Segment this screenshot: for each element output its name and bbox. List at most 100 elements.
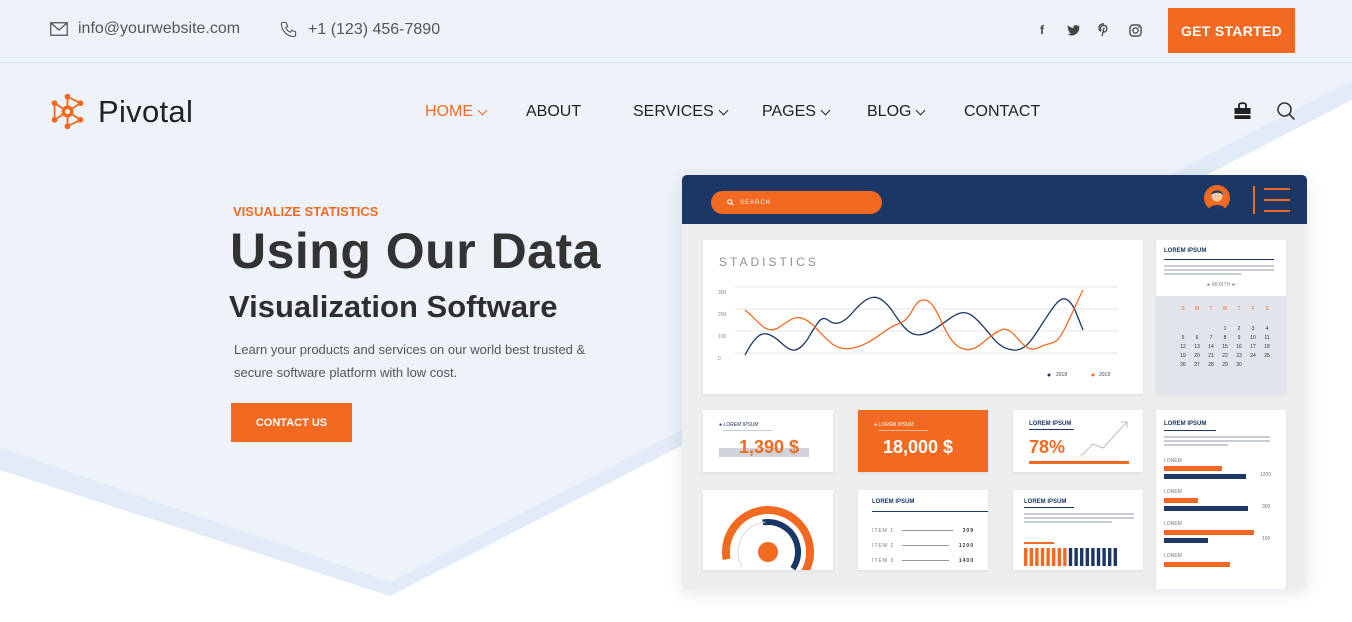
stripe-bar bbox=[1057, 548, 1061, 566]
stripe-bar bbox=[1096, 548, 1101, 566]
hero-eyebrow: VISUALIZE STATISTICS bbox=[233, 204, 379, 219]
nav-item-about[interactable]: ABOUT bbox=[526, 103, 581, 121]
calendar-day: 12 bbox=[1180, 344, 1186, 350]
dashboard-mockup: SEARCH STADISTICS 300 200 100 0 2018 201… bbox=[682, 175, 1307, 589]
dashboard-search-bar: SEARCH bbox=[711, 191, 882, 214]
calendar-day: 30 bbox=[1236, 362, 1242, 368]
hamburger-menu-icon bbox=[1253, 186, 1291, 214]
dashboard-header: SEARCH bbox=[682, 175, 1307, 224]
stripe-bar bbox=[1108, 548, 1112, 566]
calendar-empty-cell bbox=[1176, 326, 1190, 332]
nav-item-pages[interactable]: PAGES bbox=[762, 103, 831, 121]
calendar-day: 15 bbox=[1222, 344, 1228, 350]
calendar-day: 20 bbox=[1194, 353, 1200, 359]
calendar-weekday: W bbox=[1222, 306, 1228, 312]
calendar-day: 13 bbox=[1194, 344, 1200, 350]
get-started-button[interactable]: GET STARTED bbox=[1168, 8, 1295, 53]
chevron-down-icon bbox=[916, 105, 926, 115]
list-item: ITEM 3 1400 bbox=[872, 557, 974, 564]
calendar-day: 18 bbox=[1264, 344, 1270, 350]
stripe-bar bbox=[1102, 548, 1106, 566]
avatar bbox=[1204, 185, 1230, 211]
kpi-card-2: ● LOREM IPSUM 18,000 $ bbox=[858, 410, 988, 472]
stripe-bar bbox=[1040, 548, 1045, 566]
nav-item-blog[interactable]: BLOG bbox=[867, 103, 926, 121]
stripe-bar bbox=[1046, 548, 1050, 566]
mail-icon bbox=[50, 22, 68, 36]
search-icon bbox=[727, 199, 734, 206]
text-bars-card: LOREM IPSUM bbox=[1013, 490, 1143, 570]
hero-description: Learn your products and services on our … bbox=[234, 342, 586, 380]
calendar-day: 24 bbox=[1250, 353, 1256, 359]
stripe-bar bbox=[1091, 548, 1095, 566]
calendar-day: 7 bbox=[1209, 335, 1213, 341]
facebook-icon[interactable]: f bbox=[1034, 22, 1050, 38]
nav-item-home[interactable]: HOME bbox=[425, 103, 488, 121]
hero-title: Using Our Data bbox=[230, 223, 601, 279]
stripe-bar bbox=[1080, 548, 1084, 566]
phone-icon bbox=[280, 21, 297, 38]
search-icon[interactable] bbox=[1276, 101, 1296, 121]
email-text: info@yourwebsite.com bbox=[78, 20, 241, 37]
calendar-day: 16 bbox=[1236, 344, 1242, 350]
donut-chart-card bbox=[703, 490, 833, 570]
hero-subtitle: Visualization Software bbox=[229, 289, 558, 324]
calendar-weekday: S bbox=[1181, 306, 1185, 312]
nav-item-services[interactable]: SERVICES bbox=[633, 103, 729, 121]
email-contact[interactable]: info@yourwebsite.com bbox=[50, 20, 240, 38]
kpi-value-2: 18,000 $ bbox=[883, 437, 954, 457]
stripe-bar bbox=[1068, 548, 1073, 566]
nav-item-contact[interactable]: CONTACT bbox=[964, 103, 1040, 121]
shopping-bag-icon[interactable] bbox=[1233, 101, 1252, 121]
calendar-weekday: F bbox=[1251, 306, 1255, 312]
calendar-card: LOREM IPSUM ◄ MONTH ► SMTWTFS 1234567891… bbox=[1156, 240, 1286, 394]
calendar-weekday: T bbox=[1209, 306, 1213, 312]
calendar-empty-cell bbox=[1204, 326, 1218, 332]
brand-name: Pivotal bbox=[98, 93, 194, 129]
donut-chart bbox=[722, 506, 814, 570]
calendar-day: 10 bbox=[1250, 335, 1256, 341]
kpi-card-1: ● LOREM IPSUM 1,390 $ bbox=[703, 410, 833, 472]
statistics-card: STADISTICS 300 200 100 0 2018 2019 bbox=[703, 240, 1143, 394]
kpi-value-1: 1,390 $ bbox=[739, 437, 800, 457]
item-list-card: LOREM IPSUM ITEM 1 309 ITEM 2 1200 ITEM … bbox=[858, 490, 988, 570]
calendar-grid: SMTWTFS 1 2 3 4 5 6 7 8 9 10 11 12 13 14 15 16 17 18 19 20 2… bbox=[1156, 296, 1286, 394]
calendar-day: 28 bbox=[1208, 362, 1214, 368]
calendar-day: 4 bbox=[1265, 326, 1269, 332]
list-item: ITEM 2 1200 bbox=[872, 542, 974, 549]
twitter-icon[interactable] bbox=[1065, 22, 1081, 38]
kpi-card-3: LOREM IPSUM 78% bbox=[1013, 410, 1143, 472]
line-chart bbox=[735, 286, 1118, 377]
chevron-down-icon bbox=[820, 105, 831, 115]
calendar-day: 29 bbox=[1222, 362, 1228, 368]
calendar-day: 25 bbox=[1264, 353, 1270, 359]
calendar-day: 5 bbox=[1181, 335, 1185, 341]
calendar-weekday: S bbox=[1265, 306, 1269, 312]
calendar-day: 26 bbox=[1180, 362, 1186, 368]
instagram-icon[interactable] bbox=[1127, 22, 1143, 38]
calendar-day: 9 bbox=[1237, 335, 1241, 341]
calendar-day: 23 bbox=[1236, 353, 1242, 359]
stripe-bar bbox=[1113, 548, 1117, 566]
calendar-day: 19 bbox=[1180, 353, 1186, 359]
site-logo[interactable]: Pivotal bbox=[49, 93, 193, 130]
calendar-day: 17 bbox=[1250, 344, 1256, 350]
calendar-day: 21 bbox=[1208, 353, 1214, 359]
stripe-bars bbox=[1024, 548, 1117, 566]
calendar-weekday: M bbox=[1194, 306, 1200, 312]
series-2019-line bbox=[744, 289, 1084, 351]
stripe-bar bbox=[1085, 548, 1089, 566]
calendar-month-nav: ◄ MONTH ► bbox=[1205, 282, 1237, 288]
top-bar: info@yourwebsite.com +1 (123) 456-7890 f… bbox=[0, 0, 1352, 63]
chevron-down-icon bbox=[477, 105, 488, 115]
phone-text: +1 (123) 456-7890 bbox=[308, 20, 441, 38]
calendar-day: 27 bbox=[1194, 362, 1200, 368]
stripe-bar bbox=[1029, 548, 1033, 566]
network-logo-icon bbox=[51, 93, 84, 130]
pinterest-icon[interactable] bbox=[1096, 22, 1112, 38]
contact-us-button[interactable]: CONTACT US bbox=[231, 403, 352, 442]
calendar-day: 14 bbox=[1208, 344, 1214, 350]
stripe-bar bbox=[1035, 548, 1039, 566]
phone-contact[interactable]: +1 (123) 456-7890 bbox=[279, 20, 440, 39]
legend-2019: 2019 bbox=[1099, 372, 1111, 378]
